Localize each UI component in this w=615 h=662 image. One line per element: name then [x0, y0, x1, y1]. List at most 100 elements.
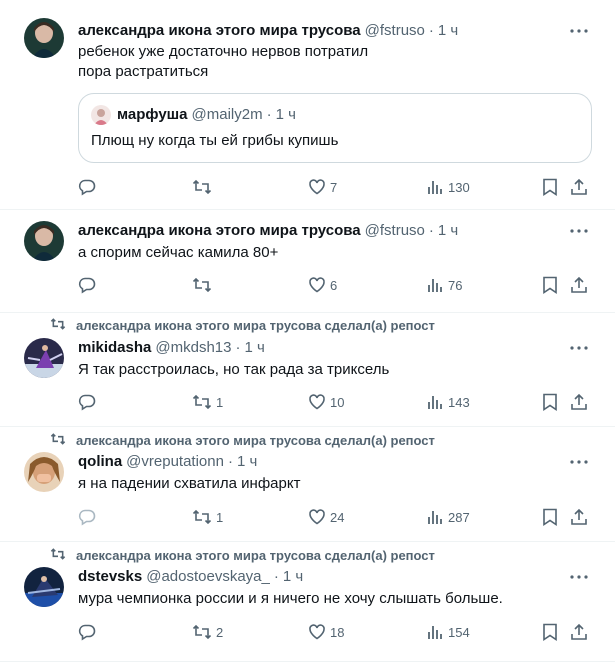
bookmark-button[interactable] [542, 274, 558, 296]
tweet[interactable]: александра икона этого мира трусова сдел… [0, 427, 615, 542]
avatar[interactable] [24, 338, 64, 378]
more-dots-icon[interactable] [567, 567, 591, 587]
repost-button[interactable]: 1 [192, 391, 223, 413]
like-button[interactable]: 6 [308, 274, 337, 296]
repost-icon [192, 508, 212, 526]
repost-count: 1 [216, 394, 224, 410]
repost-button[interactable]: 1 [192, 506, 223, 528]
bookmark-button[interactable] [542, 621, 558, 643]
bookmark-button[interactable] [542, 506, 558, 528]
quote-avatar [91, 105, 111, 125]
tweet-actions: 1 10 143 [78, 391, 599, 413]
repost-button[interactable] [192, 176, 212, 198]
views-button[interactable]: 130 [426, 176, 470, 198]
author-name[interactable]: qolina [78, 452, 122, 472]
share-button[interactable] [570, 391, 588, 413]
tweet[interactable]: александра икона этого мира трусова сдел… [0, 313, 615, 427]
reply-button[interactable] [78, 391, 96, 413]
separator-dot: · [227, 453, 233, 470]
bookmark-button[interactable] [542, 176, 558, 198]
share-button[interactable] [570, 274, 588, 296]
repost-icon [192, 276, 212, 294]
heart-icon [308, 508, 326, 526]
like-button[interactable]: 24 [308, 506, 344, 528]
views-button[interactable]: 287 [426, 506, 470, 528]
share-icon [570, 508, 588, 526]
tweet-actions: 6 76 [78, 274, 599, 296]
bookmark-icon [542, 276, 558, 294]
tweet-text: ребенок уже достаточно нервов потратил п… [78, 43, 369, 80]
repost-icon [50, 547, 76, 564]
like-button[interactable]: 10 [308, 391, 344, 413]
reply-icon [78, 623, 96, 641]
like-count: 6 [330, 277, 338, 293]
repost-label: александра икона этого мира трусова сдел… [76, 318, 435, 333]
bookmark-icon [542, 508, 558, 526]
repost-button[interactable]: 2 [192, 621, 223, 643]
repost-icon [50, 317, 76, 334]
repost-icon [192, 393, 212, 411]
views-chart-icon [426, 508, 444, 526]
more-dots-icon[interactable] [567, 452, 591, 472]
repost-icon [192, 178, 212, 196]
repost-context[interactable]: александра икона этого мира трусова сдел… [50, 317, 435, 334]
avatar[interactable] [24, 567, 64, 607]
share-button[interactable] [570, 506, 588, 528]
more-dots-icon[interactable] [567, 21, 591, 41]
author-name[interactable]: dstevsks [78, 567, 142, 587]
tweet[interactable]: александра икона этого мира трусова @fst… [0, 210, 615, 313]
separator-dot: · [235, 339, 241, 356]
share-icon [570, 276, 588, 294]
share-icon [570, 393, 588, 411]
timestamp[interactable]: 1 ч [283, 567, 303, 587]
like-button[interactable]: 7 [308, 176, 337, 198]
bookmark-button[interactable] [542, 391, 558, 413]
author-handle[interactable]: @fstruso [365, 21, 425, 41]
timestamp[interactable]: 1 ч [244, 338, 264, 358]
like-count: 18 [330, 624, 345, 640]
heart-icon [308, 276, 326, 294]
avatar[interactable] [24, 18, 64, 58]
reply-button[interactable] [78, 274, 96, 296]
tweet[interactable]: александра икона этого мира трусова сдел… [0, 542, 615, 662]
repost-button[interactable] [192, 274, 212, 296]
repost-context[interactable]: александра икона этого мира трусова сдел… [50, 547, 435, 564]
timestamp[interactable]: 1 ч [237, 452, 257, 472]
views-button[interactable]: 143 [426, 391, 470, 413]
more-dots-icon[interactable] [567, 221, 591, 241]
reply-button[interactable] [78, 621, 96, 643]
views-button[interactable]: 76 [426, 274, 462, 296]
timestamp[interactable]: 1 ч [438, 21, 458, 41]
share-button[interactable] [570, 621, 588, 643]
share-icon [570, 623, 588, 641]
tweet-text: мура чемпионка россии и я ничего не хочу… [78, 590, 503, 607]
reply-button[interactable] [78, 176, 96, 198]
separator-dot: · [428, 222, 434, 239]
heart-icon [308, 178, 326, 196]
reply-icon [78, 276, 96, 294]
author-handle[interactable]: @mkdsh13 [155, 338, 231, 358]
like-button[interactable]: 18 [308, 621, 344, 643]
author-name[interactable]: александра икона этого мира трусова [78, 221, 361, 241]
quote-timestamp: 1 ч [275, 106, 296, 123]
tweet-actions: 7 130 [78, 176, 599, 198]
author-handle[interactable]: @vreputationn [126, 452, 224, 472]
views-chart-icon [426, 393, 444, 411]
avatar[interactable] [24, 221, 64, 261]
author-name[interactable]: александра икона этого мира трусова [78, 21, 361, 41]
like-count: 10 [330, 394, 345, 410]
author-handle[interactable]: @fstruso [365, 221, 425, 241]
repost-count: 2 [216, 624, 224, 640]
repost-context[interactable]: александра икона этого мира трусова сдел… [50, 432, 435, 449]
author-handle[interactable]: @adostoevskaya_ [146, 567, 270, 587]
author-name[interactable]: mikidasha [78, 338, 151, 358]
avatar[interactable] [24, 452, 64, 492]
reply-button[interactable] [78, 506, 96, 528]
views-button[interactable]: 154 [426, 621, 470, 643]
share-button[interactable] [570, 176, 588, 198]
more-dots-icon[interactable] [567, 338, 591, 358]
quoted-tweet[interactable]: марфуша @maily2m · 1 ч Плющ ну когда ты … [78, 93, 592, 163]
tweet[interactable]: александра икона этого мира трусова @fst… [0, 0, 615, 210]
timestamp[interactable]: 1 ч [438, 221, 458, 241]
tweet-text: а спорим сейчас камила 80+ [78, 244, 279, 261]
